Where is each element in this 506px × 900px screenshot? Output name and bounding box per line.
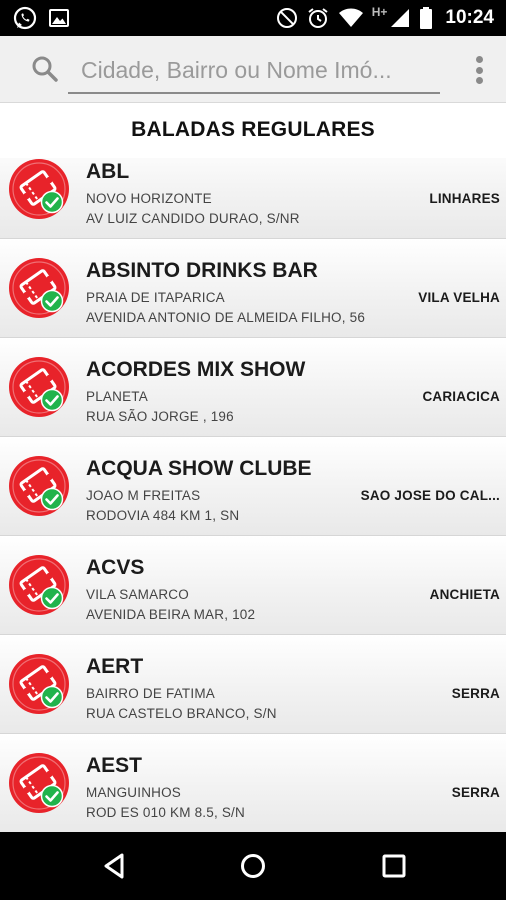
venue-address: ROD ES 010 KM 8.5, S/N — [86, 805, 245, 820]
ticket-check-icon — [9, 357, 69, 417]
venue-list: ABL NOVO HORIZONTE AV LUIZ CANDIDO DURAO… — [0, 158, 506, 832]
venue-city: LINHARES — [429, 191, 500, 206]
overflow-menu-icon[interactable] — [470, 52, 488, 88]
network-type-label: H+ — [371, 5, 388, 19]
venue-neighborhood: PRAIA DE ITAPARICA — [86, 290, 225, 305]
venue-address: RUA SÃO JORGE , 196 — [86, 409, 234, 424]
venue-address: RODOVIA 484 KM 1, SN — [86, 508, 240, 523]
ticket-check-icon — [9, 159, 69, 219]
list-item[interactable]: ABL NOVO HORIZONTE AV LUIZ CANDIDO DURAO… — [0, 158, 506, 239]
whatsapp-icon — [13, 6, 37, 30]
venue-neighborhood: JOAO M FREITAS — [86, 488, 201, 503]
signal-icon — [391, 9, 410, 27]
status-bar-notifications — [0, 5, 70, 31]
section-title: BALADAS REGULARES — [131, 118, 375, 141]
venue-address: AVENIDA BEIRA MAR, 102 — [86, 607, 256, 622]
status-bar-system: H+ 10:24 — [276, 5, 506, 30]
search-icon[interactable] — [30, 54, 60, 84]
venue-name: ABSINTO DRINKS BAR — [86, 259, 318, 282]
recents-icon[interactable] — [376, 848, 412, 884]
venue-city: SERRA — [451, 785, 500, 800]
venue-neighborhood: NOVO HORIZONTE — [86, 191, 212, 206]
venue-neighborhood: VILA SAMARCO — [86, 587, 189, 602]
overflow-dot — [475, 77, 483, 84]
venue-city: ANCHIETA — [429, 587, 500, 602]
venue-neighborhood: BAIRRO DE FATIMA — [86, 686, 215, 701]
wifi-icon — [338, 8, 363, 27]
status-bar: H+ 10:24 — [0, 0, 506, 36]
venue-address: AVENIDA ANTONIO DE ALMEIDA FILHO, 56 — [86, 310, 366, 325]
venue-address: AV LUIZ CANDIDO DURAO, S/NR — [86, 211, 300, 226]
list-item[interactable]: ACVS VILA SAMARCO AVENIDA BEIRA MAR, 102… — [0, 536, 506, 635]
list-item[interactable]: AERT BAIRRO DE FATIMA RUA CASTELO BRANCO… — [0, 635, 506, 734]
overflow-dot — [475, 66, 483, 74]
list-item[interactable]: ABSINTO DRINKS BAR PRAIA DE ITAPARICA AV… — [0, 239, 506, 338]
list-item[interactable]: ACQUA SHOW CLUBE JOAO M FREITAS RODOVIA … — [0, 437, 506, 536]
venue-list-viewport[interactable]: ABL NOVO HORIZONTE AV LUIZ CANDIDO DURAO… — [0, 158, 506, 832]
venue-city: CARIACICA — [422, 389, 500, 404]
do-not-disturb-icon — [276, 8, 297, 28]
venue-name: AEST — [86, 754, 143, 777]
navigation-bar — [0, 832, 506, 900]
alarm-icon — [308, 8, 328, 28]
venue-name: ABL — [86, 160, 130, 183]
status-time: 10:24 — [445, 7, 494, 28]
venue-name: ACVS — [86, 556, 145, 579]
venue-city: SAO JOSE DO CAL... — [360, 488, 500, 503]
ticket-check-icon — [9, 456, 69, 516]
ticket-check-icon — [9, 654, 69, 714]
search-toolbar — [0, 36, 506, 103]
venue-address: RUA CASTELO BRANCO, S/N — [86, 706, 277, 721]
list-item[interactable]: ACORDES MIX SHOW PLANETA RUA SÃO JORGE ,… — [0, 338, 506, 437]
venue-city: SERRA — [451, 686, 500, 701]
search-input[interactable] — [68, 48, 440, 94]
venue-name: ACORDES MIX SHOW — [86, 358, 306, 381]
venue-neighborhood: MANGUINHOS — [86, 785, 182, 800]
ticket-check-icon — [9, 555, 69, 615]
home-icon[interactable] — [235, 848, 271, 884]
venue-name: ACQUA SHOW CLUBE — [86, 457, 312, 480]
list-item[interactable]: AEST MANGUINHOS ROD ES 010 KM 8.5, S/N S… — [0, 734, 506, 832]
ticket-check-icon — [9, 258, 69, 318]
battery-icon — [420, 7, 433, 29]
gallery-icon — [49, 9, 69, 27]
overflow-dot — [475, 56, 483, 63]
ticket-check-icon — [9, 753, 69, 813]
back-icon[interactable] — [96, 848, 132, 884]
venue-neighborhood: PLANETA — [86, 389, 148, 404]
venue-city: VILA VELHA — [418, 290, 500, 305]
venue-name: AERT — [86, 655, 144, 678]
